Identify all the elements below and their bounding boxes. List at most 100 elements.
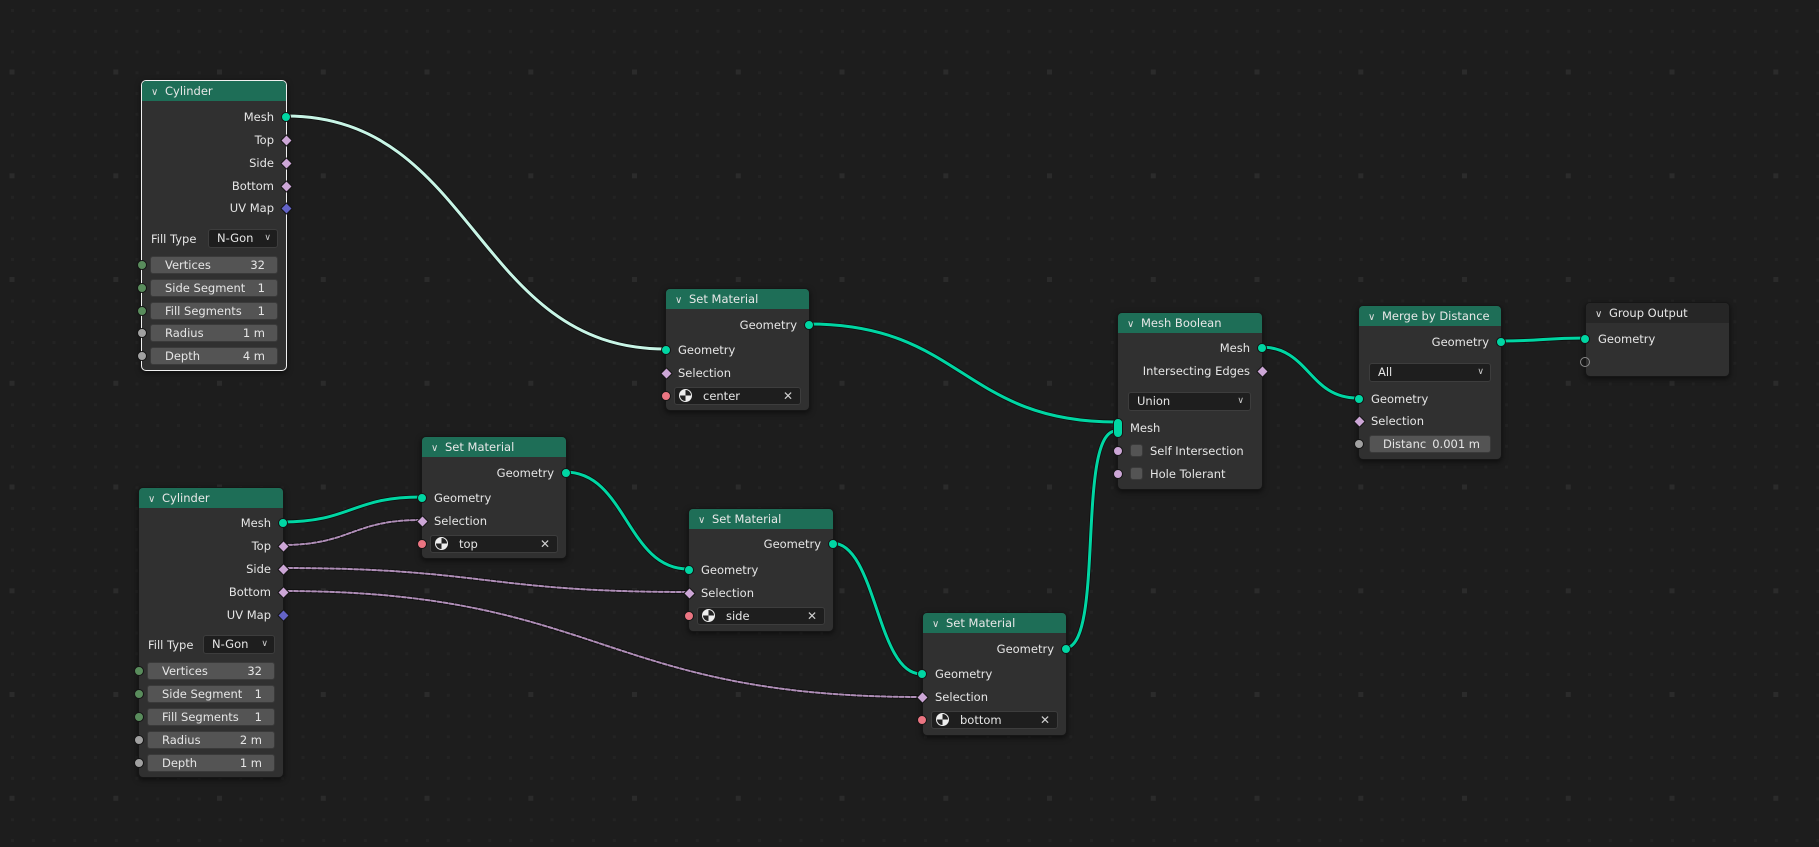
- material-selector[interactable]: side ✕: [697, 607, 825, 625]
- multi-input-geometry-socket-icon[interactable]: [1113, 418, 1123, 438]
- side-segments-field[interactable]: Side Segment 1: [150, 279, 278, 297]
- geometry-socket-icon[interactable]: [1580, 334, 1590, 344]
- collapse-chevron-icon[interactable]: ∨: [698, 511, 712, 531]
- close-icon[interactable]: ✕: [783, 388, 793, 404]
- node-header[interactable]: ∨ Merge by Distance: [1359, 306, 1501, 326]
- geometry-socket-icon[interactable]: [278, 518, 288, 528]
- geometry-socket-icon[interactable]: [1496, 337, 1506, 347]
- close-icon[interactable]: ✕: [1040, 712, 1050, 728]
- node-header[interactable]: ∨ Set Material: [689, 509, 833, 529]
- collapse-chevron-icon[interactable]: ∨: [148, 490, 162, 510]
- radius-field[interactable]: Radius 2 m: [147, 731, 275, 749]
- set-material-node-top[interactable]: ∨ Set Material Geometry Geometry Selectio…: [416, 436, 571, 559]
- output-mesh: Mesh: [1118, 338, 1267, 358]
- cylinder-node-1[interactable]: ∨ Cylinder Mesh Top Side Bottom UV Map Fi…: [137, 80, 293, 371]
- socket-label: Bottom: [231, 179, 274, 193]
- node-header[interactable]: ∨ Set Material: [666, 289, 809, 309]
- node-header[interactable]: ∨ Set Material: [422, 437, 566, 457]
- material-socket-icon[interactable]: [917, 715, 927, 725]
- node-title: Merge by Distance: [1382, 309, 1490, 323]
- material-name: top: [459, 537, 478, 551]
- fill-type-dropdown[interactable]: N-Gon ∨: [203, 635, 275, 654]
- collapse-chevron-icon[interactable]: ∨: [431, 439, 445, 459]
- geometry-socket-icon[interactable]: [417, 493, 427, 503]
- collapse-chevron-icon[interactable]: ∨: [1368, 308, 1382, 328]
- operation-dropdown[interactable]: Union ∨: [1128, 392, 1251, 411]
- geometry-socket-icon[interactable]: [804, 320, 814, 330]
- float-socket-icon[interactable]: [134, 758, 144, 768]
- integer-socket-icon[interactable]: [137, 306, 147, 316]
- material-selector[interactable]: top ✕: [430, 535, 558, 553]
- boolean-socket-icon[interactable]: [1113, 446, 1123, 456]
- fill-type-dropdown[interactable]: N-Gon ∨: [208, 229, 278, 248]
- set-material-node-side[interactable]: ∨ Set Material Geometry Geometry Selectio…: [683, 508, 838, 632]
- float-socket-icon[interactable]: [134, 735, 144, 745]
- vertices-row: Vertices 32: [134, 661, 283, 681]
- side-segments-field[interactable]: Side Segment 1: [147, 685, 275, 703]
- node-header[interactable]: ∨ Set Material: [923, 613, 1066, 633]
- geometry-socket-icon[interactable]: [828, 539, 838, 549]
- geometry-socket-icon[interactable]: [1354, 394, 1364, 404]
- hole-tolerant-checkbox[interactable]: [1130, 467, 1143, 480]
- self-intersection-checkbox[interactable]: [1130, 444, 1143, 457]
- set-material-node-bottom[interactable]: ∨ Set Material Geometry Geometry Selectio…: [916, 612, 1071, 736]
- collapse-chevron-icon[interactable]: ∨: [1127, 315, 1141, 335]
- geometry-socket-icon[interactable]: [281, 112, 291, 122]
- node-header[interactable]: ∨ Group Output: [1586, 303, 1729, 323]
- fill-segments-field[interactable]: Fill Segments 1: [150, 302, 278, 320]
- socket-label: Geometry: [434, 491, 492, 505]
- material-socket-icon[interactable]: [684, 611, 694, 621]
- float-socket-icon[interactable]: [137, 328, 147, 338]
- integer-socket-icon[interactable]: [134, 689, 144, 699]
- float-socket-icon[interactable]: [1354, 439, 1364, 449]
- boolean-socket-icon[interactable]: [1113, 469, 1123, 479]
- geometry-socket-icon[interactable]: [661, 345, 671, 355]
- cylinder-node-2[interactable]: ∨ Cylinder Mesh Top Side Bottom UV Map Fi…: [134, 487, 290, 778]
- material-selector[interactable]: center ✕: [674, 387, 801, 405]
- field-value: 1: [257, 281, 265, 295]
- integer-socket-icon[interactable]: [134, 666, 144, 676]
- collapse-chevron-icon[interactable]: ∨: [1595, 305, 1609, 325]
- material-selector[interactable]: bottom ✕: [931, 711, 1058, 729]
- depth-field[interactable]: Depth 1 m: [147, 754, 275, 772]
- geometry-socket-icon[interactable]: [1257, 343, 1267, 353]
- empty-socket-icon[interactable]: [1580, 357, 1590, 367]
- distance-field[interactable]: Distanc 0.001 m: [1369, 435, 1491, 453]
- close-icon[interactable]: ✕: [540, 536, 550, 552]
- integer-socket-icon[interactable]: [134, 712, 144, 722]
- node-header[interactable]: ∨ Cylinder: [142, 81, 286, 101]
- field-value: 32: [250, 258, 265, 272]
- dropdown-value: All: [1378, 365, 1393, 379]
- integer-socket-icon[interactable]: [137, 260, 147, 270]
- geometry-socket-icon[interactable]: [917, 669, 927, 679]
- vertices-field[interactable]: Vertices 32: [147, 662, 275, 680]
- close-icon[interactable]: ✕: [807, 608, 817, 624]
- mode-dropdown[interactable]: All ∨: [1369, 363, 1491, 382]
- output-geometry: Geometry: [1359, 332, 1506, 352]
- merge-by-distance-node[interactable]: ∨ Merge by Distance Geometry All ∨ Geometr…: [1353, 305, 1506, 460]
- node-header[interactable]: ∨ Cylinder: [139, 488, 283, 508]
- mesh-boolean-node[interactable]: ∨ Mesh Boolean Mesh Intersecting Edges Un…: [1113, 312, 1269, 490]
- geometry-socket-icon[interactable]: [561, 468, 571, 478]
- input-material: center ✕: [661, 386, 809, 406]
- vertices-field[interactable]: Vertices 32: [150, 256, 278, 274]
- geometry-socket-icon[interactable]: [1061, 644, 1071, 654]
- collapse-chevron-icon[interactable]: ∨: [151, 83, 165, 103]
- fill-type-row: Fill Type N-Gon ∨: [139, 635, 283, 655]
- set-material-node-center[interactable]: ∨ Set Material Geometry Geometry Selectio…: [660, 288, 814, 411]
- fill-segments-field[interactable]: Fill Segments 1: [147, 708, 275, 726]
- collapse-chevron-icon[interactable]: ∨: [932, 615, 946, 635]
- depth-field[interactable]: Depth 4 m: [150, 347, 278, 365]
- collapse-chevron-icon[interactable]: ∨: [675, 291, 689, 311]
- group-output-node[interactable]: ∨ Group Output Geometry: [1580, 302, 1730, 377]
- material-socket-icon[interactable]: [417, 539, 427, 549]
- field-value: 0.001 m: [1432, 437, 1480, 451]
- socket-label: Selection: [1371, 414, 1424, 428]
- material-socket-icon[interactable]: [661, 391, 671, 401]
- radius-field[interactable]: Radius 1 m: [150, 324, 278, 342]
- float-socket-icon[interactable]: [137, 351, 147, 361]
- node-header[interactable]: ∨ Mesh Boolean: [1118, 313, 1262, 333]
- material-icon: [936, 713, 949, 726]
- integer-socket-icon[interactable]: [137, 283, 147, 293]
- geometry-socket-icon[interactable]: [684, 565, 694, 575]
